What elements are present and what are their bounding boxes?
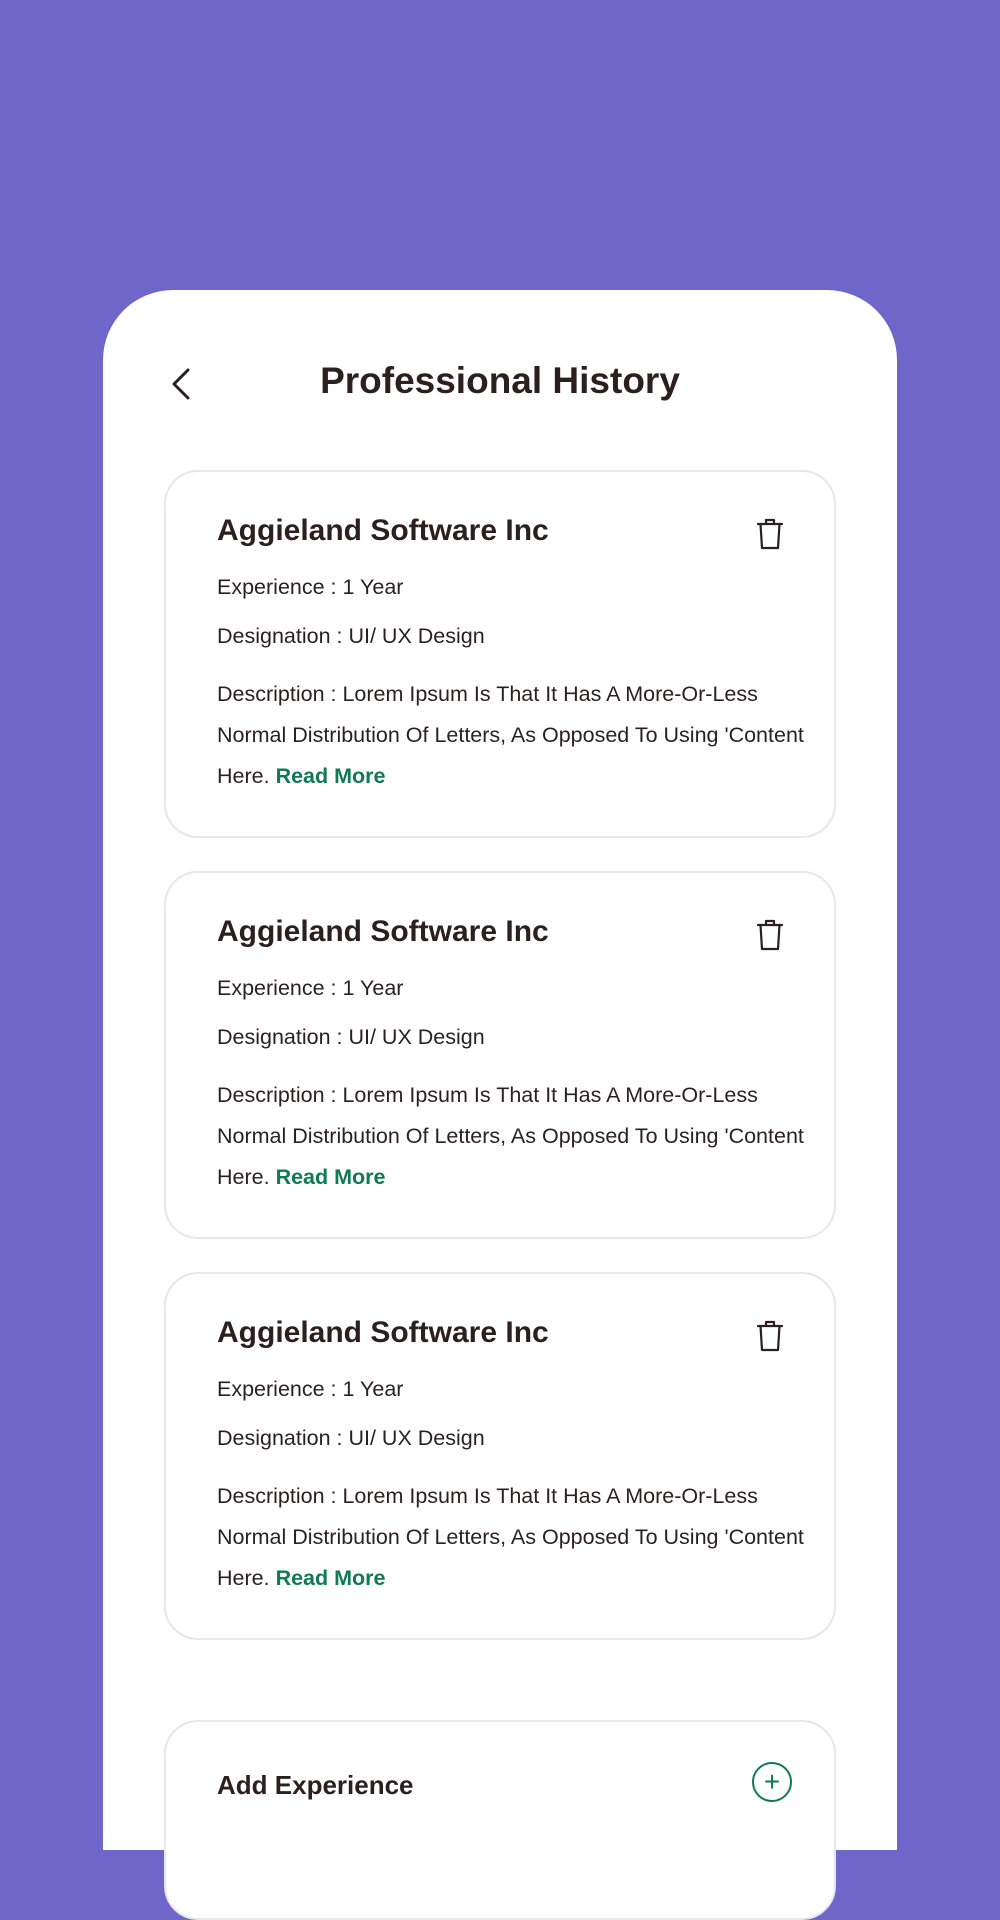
add-experience-card[interactable]: Add Experience + xyxy=(164,1720,836,1920)
delete-button[interactable] xyxy=(752,514,788,554)
header: Professional History xyxy=(103,290,897,490)
plus-circle-icon[interactable]: + xyxy=(752,1762,792,1802)
company-name: Aggieland Software Inc xyxy=(217,514,549,547)
trash-icon xyxy=(756,919,784,951)
company-name: Aggieland Software Inc xyxy=(217,915,549,948)
designation-text: Designation : UI/ UX Design xyxy=(217,624,485,648)
designation-text: Designation : UI/ UX Design xyxy=(217,1025,485,1049)
screen-panel: Professional History Aggieland Software … xyxy=(103,290,897,1920)
delete-button[interactable] xyxy=(752,915,788,955)
experience-text: Experience : 1 Year xyxy=(217,1377,404,1401)
designation-text: Designation : UI/ UX Design xyxy=(217,1426,485,1450)
read-more-link[interactable]: Read More xyxy=(276,1165,386,1189)
description: Description : Lorem Ipsum Is That It Has… xyxy=(217,1075,807,1198)
read-more-link[interactable]: Read More xyxy=(276,1566,386,1590)
trash-icon xyxy=(756,1320,784,1352)
company-name: Aggieland Software Inc xyxy=(217,1316,549,1349)
description: Description : Lorem Ipsum Is That It Has… xyxy=(217,1476,807,1599)
read-more-link[interactable]: Read More xyxy=(276,764,386,788)
experience-text: Experience : 1 Year xyxy=(217,575,404,599)
history-card: Aggieland Software Inc Experience : 1 Ye… xyxy=(164,1272,836,1640)
experience-text: Experience : 1 Year xyxy=(217,976,404,1000)
trash-icon xyxy=(756,518,784,550)
delete-button[interactable] xyxy=(752,1316,788,1356)
page-title: Professional History xyxy=(320,360,680,401)
add-experience-label: Add Experience xyxy=(217,1770,414,1800)
history-card: Aggieland Software Inc Experience : 1 Ye… xyxy=(164,470,836,838)
description: Description : Lorem Ipsum Is That It Has… xyxy=(217,674,807,797)
history-card: Aggieland Software Inc Experience : 1 Ye… xyxy=(164,871,836,1239)
